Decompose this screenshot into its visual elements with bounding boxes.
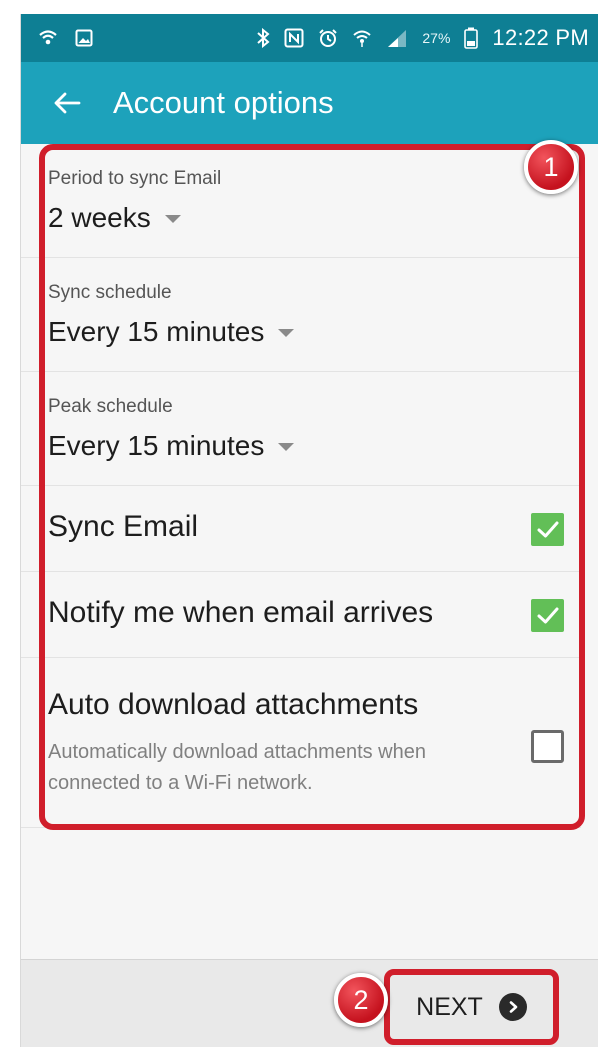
status-bar: 27% 12:22 PM: [21, 14, 598, 62]
clock-time: 12:22 PM: [492, 25, 589, 50]
step-badge-2: 2: [334, 973, 388, 1027]
next-label: NEXT: [416, 992, 483, 1021]
signal-icon: [386, 28, 408, 48]
annotation-highlight-settings: [39, 144, 585, 830]
wifi-calling-icon: [37, 28, 59, 48]
bluetooth-icon: [256, 28, 270, 48]
app-bar: Account options: [21, 62, 598, 144]
battery-icon: [464, 27, 479, 49]
step-badge-1: 1: [524, 140, 578, 194]
back-button[interactable]: [51, 87, 83, 119]
chevron-right-circle-icon: [498, 993, 527, 1021]
phone-screen: 27% 12:22 PM Account options Period to s…: [20, 14, 598, 1047]
alarm-icon: [318, 28, 338, 48]
next-button[interactable]: NEXT: [384, 969, 559, 1045]
page-title: Account options: [113, 85, 334, 120]
battery-percent: 27%: [422, 30, 451, 46]
arrow-left-icon: [54, 92, 81, 114]
gallery-icon: [75, 29, 93, 47]
wifi-icon: [352, 28, 372, 48]
nfc-icon: [284, 28, 304, 48]
